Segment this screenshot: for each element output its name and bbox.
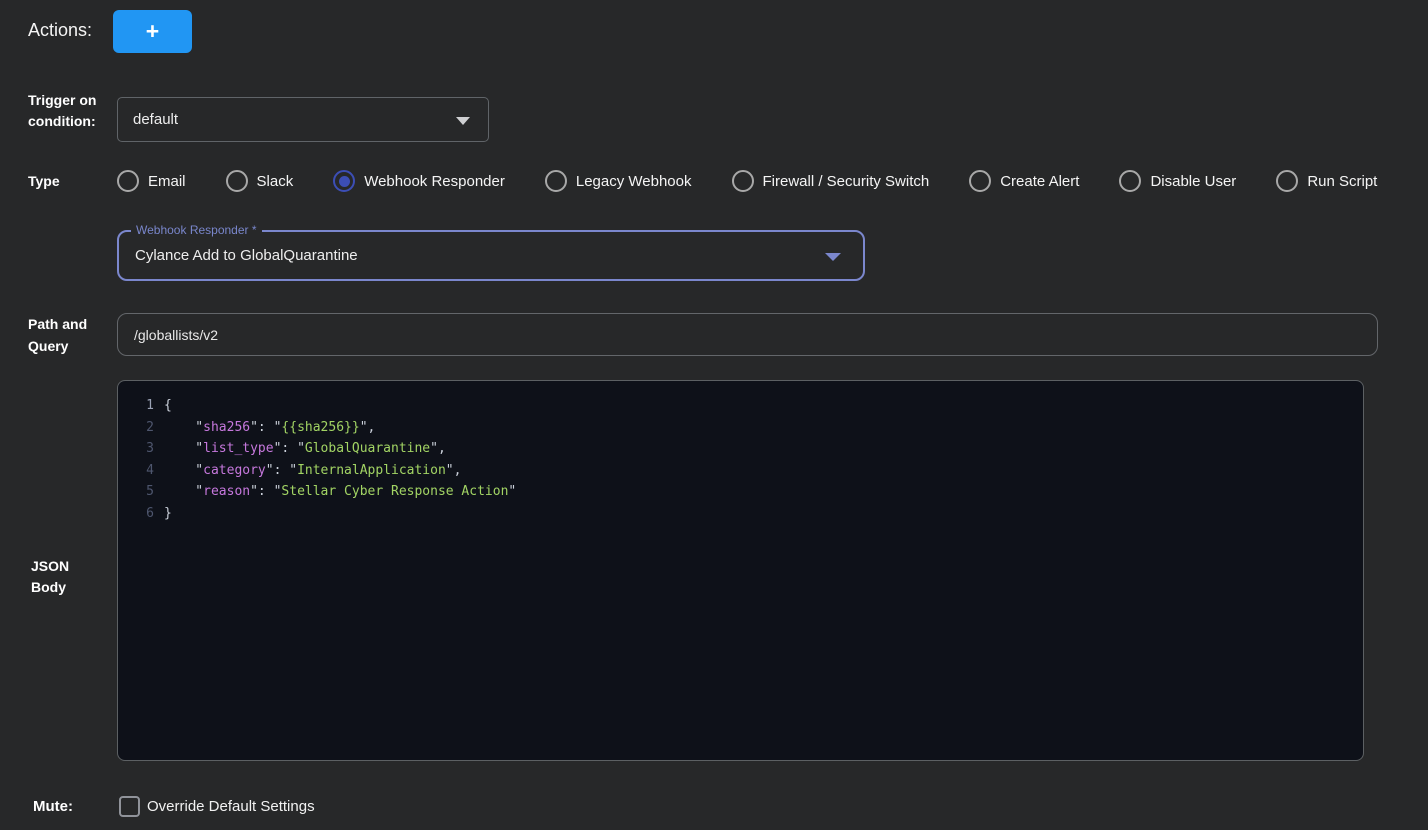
line-content: "list_type": "GlobalQuarantine", (164, 438, 1363, 460)
trigger-condition-select[interactable]: default (117, 97, 489, 142)
line-number: 5 (118, 481, 164, 503)
line-number: 4 (118, 460, 164, 482)
trigger-condition-label: Trigger on condition: (28, 90, 100, 132)
type-radio-disable-user[interactable]: Disable User (1119, 170, 1236, 192)
type-radio-create-alert[interactable]: Create Alert (969, 170, 1079, 192)
json-body-label: JSON Body (31, 556, 81, 598)
actions-label: Actions: (28, 20, 92, 41)
line-content: { (164, 395, 1363, 417)
type-radio-firewall-security-switch[interactable]: Firewall / Security Switch (732, 170, 930, 192)
line-content: "category": "InternalApplication", (164, 460, 1363, 482)
line-number: 2 (118, 417, 164, 439)
type-label: Type (28, 173, 60, 189)
code-line: 3 "list_type": "GlobalQuarantine", (118, 438, 1363, 460)
code-line: 1 { (118, 395, 1363, 417)
code-line: 2 "sha256": "{{sha256}}", (118, 417, 1363, 439)
code-line: 5 "reason": "Stellar Cyber Response Acti… (118, 481, 1363, 503)
type-radio-group: Email Slack Webhook Responder Legacy Web… (117, 167, 1417, 195)
type-radio-email[interactable]: Email (117, 170, 186, 192)
type-radio-run-script[interactable]: Run Script (1276, 170, 1377, 192)
trigger-condition-value: default (133, 111, 178, 128)
line-number: 1 (118, 395, 164, 417)
line-content: "sha256": "{{sha256}}", (164, 417, 1363, 439)
path-query-label: Path and Query (28, 313, 98, 357)
radio-circle-icon (969, 170, 991, 192)
plus-icon: + (146, 20, 159, 43)
line-number: 3 (118, 438, 164, 460)
add-action-button[interactable]: + (113, 10, 192, 53)
json-body-editor[interactable]: 1 { 2 "sha256": "{{sha256}}", 3 "list_ty… (117, 380, 1364, 761)
required-marker: * (252, 223, 257, 237)
line-number: 6 (118, 503, 164, 525)
radio-circle-icon (732, 170, 754, 192)
path-query-input[interactable] (117, 313, 1378, 356)
webhook-responder-select[interactable]: Webhook Responder * Cylance Add to Globa… (117, 230, 865, 281)
override-default-settings-checkbox[interactable] (119, 796, 140, 817)
webhook-responder-select-label: Webhook Responder * (131, 223, 262, 237)
webhook-responder-select-value: Cylance Add to GlobalQuarantine (135, 247, 358, 264)
type-radio-webhook-responder[interactable]: Webhook Responder (333, 170, 505, 192)
code-line: 6 } (118, 503, 1363, 525)
line-content: "reason": "Stellar Cyber Response Action… (164, 481, 1363, 503)
type-radio-legacy-webhook[interactable]: Legacy Webhook (545, 170, 692, 192)
code-line: 4 "category": "InternalApplication", (118, 460, 1363, 482)
json-code-lines: 1 { 2 "sha256": "{{sha256}}", 3 "list_ty… (118, 395, 1363, 524)
radio-circle-icon (226, 170, 248, 192)
override-default-settings-label: Override Default Settings (147, 798, 315, 815)
radio-circle-icon (333, 170, 355, 192)
mute-label: Mute: (33, 798, 73, 815)
type-radio-slack[interactable]: Slack (226, 170, 294, 192)
radio-circle-icon (545, 170, 567, 192)
radio-circle-icon (117, 170, 139, 192)
response-action-form: Actions: + Trigger on condition: default… (0, 0, 1428, 830)
chevron-down-icon (456, 117, 470, 125)
line-content: } (164, 503, 1363, 525)
radio-circle-icon (1276, 170, 1298, 192)
chevron-down-icon (825, 253, 841, 261)
radio-circle-icon (1119, 170, 1141, 192)
